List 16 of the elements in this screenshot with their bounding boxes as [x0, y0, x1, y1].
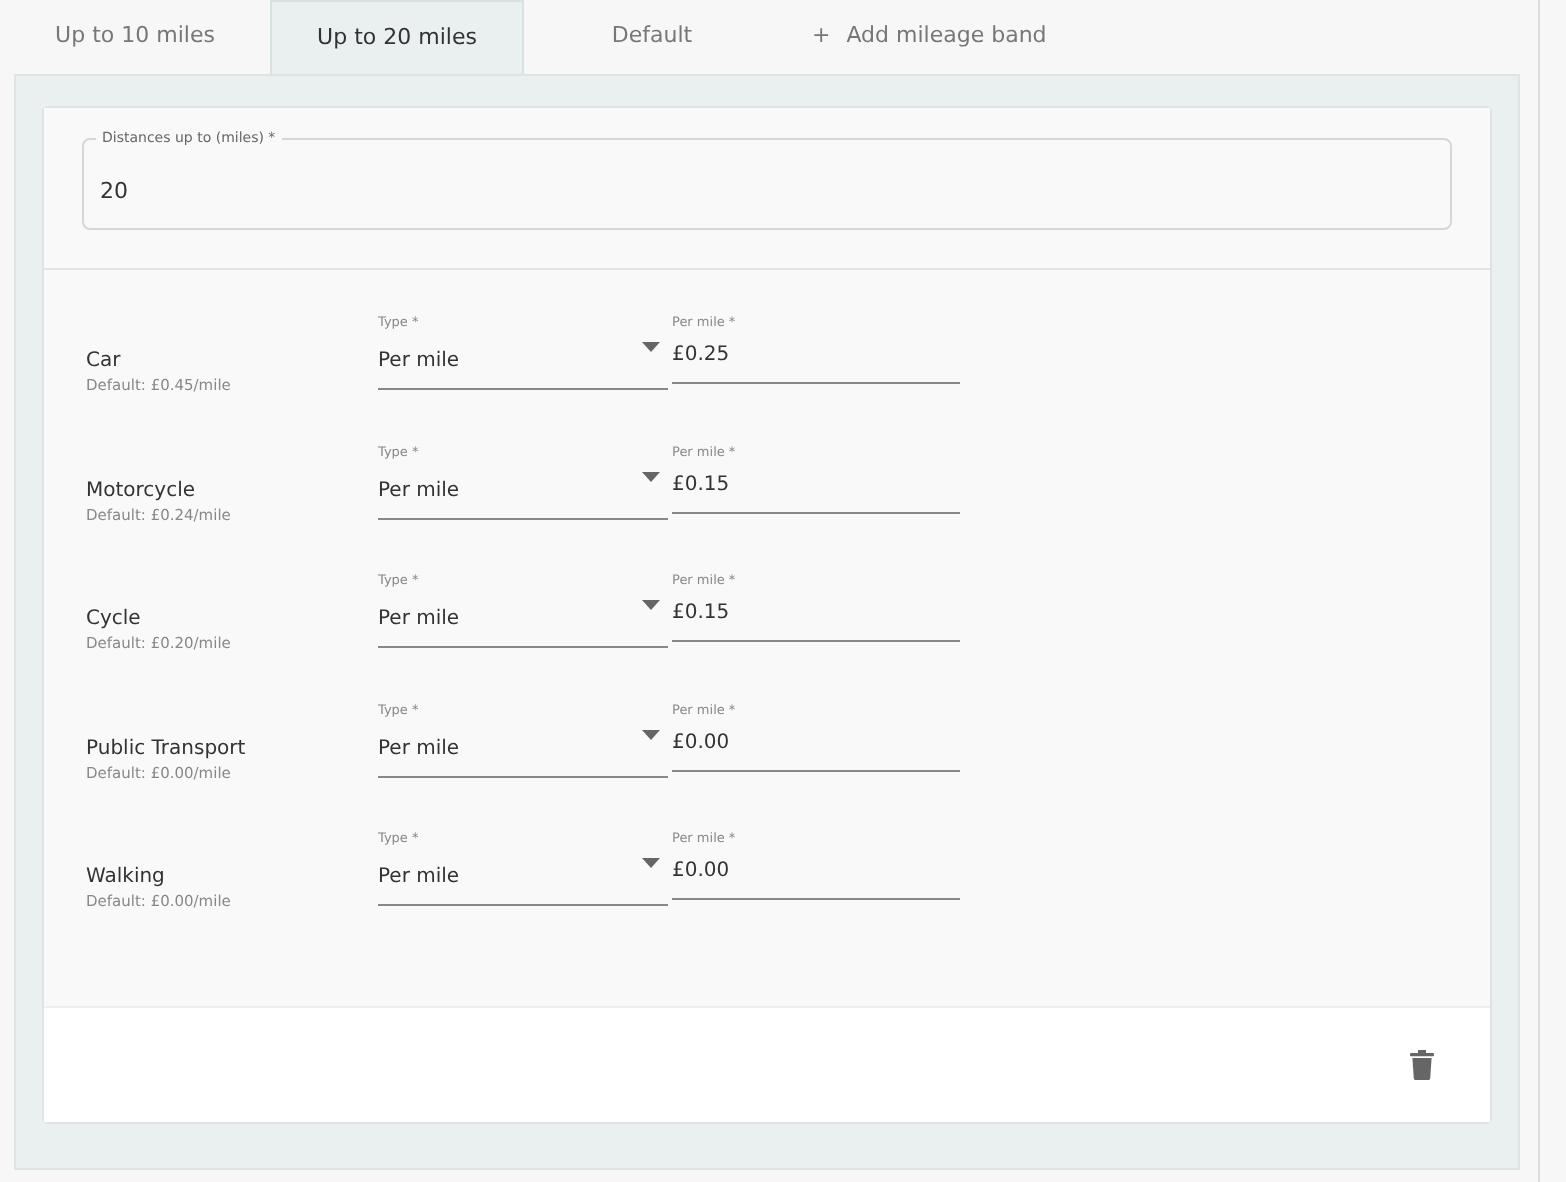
caret-icon	[642, 600, 660, 610]
caret-icon	[642, 729, 660, 739]
vehicle-name: Cycle	[86, 606, 143, 632]
tab[interactable]: Up to 10 miles	[0, 0, 270, 74]
vehicle-name: Walking	[86, 864, 167, 890]
caret-icon	[642, 471, 660, 481]
vehicle-name: Public Transport	[86, 735, 248, 761]
caret-icon	[642, 858, 660, 868]
add-band-tab[interactable]: + Add mileage band	[780, 0, 1047, 74]
vehicle-name: Motorcycle	[86, 477, 198, 503]
trash-icon[interactable]	[1410, 1050, 1434, 1080]
tab[interactable]: Default	[524, 0, 780, 74]
caret-icon	[642, 342, 660, 352]
vehicle-name: Car	[86, 348, 123, 374]
tab[interactable]: Up to 20 miles	[270, 0, 524, 74]
field-value: 20	[100, 178, 128, 204]
